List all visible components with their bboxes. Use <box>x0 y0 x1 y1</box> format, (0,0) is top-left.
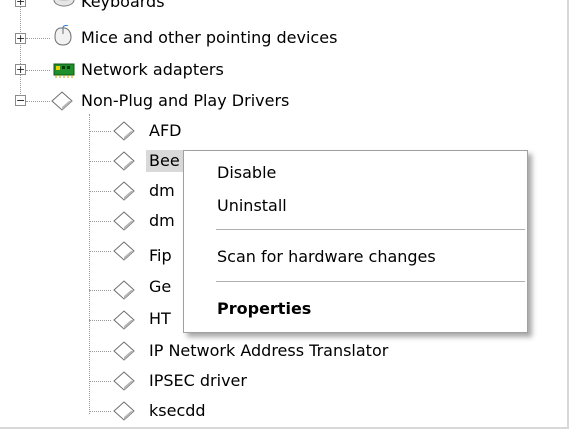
driver-diamond-icon <box>113 121 135 141</box>
driver-diamond-icon <box>113 401 135 421</box>
context-menu: Disable Uninstall Scan for hardware chan… <box>183 150 528 333</box>
tree-item-driver[interactable]: ksecdd <box>146 396 209 426</box>
tree-item-label: dm <box>149 181 175 200</box>
tree-item-label: IP Network Address Translator <box>149 341 389 360</box>
driver-diamond-icon <box>113 310 135 330</box>
tree-item-label: ksecdd <box>149 401 206 420</box>
tree-item-label: IPSEC driver <box>149 371 247 390</box>
tree-item-driver[interactable]: IPSEC driver <box>146 366 250 396</box>
tree-line <box>89 221 111 222</box>
expand-toggle-network-adapters[interactable]: + <box>15 64 26 75</box>
menu-item-uninstall[interactable]: Uninstall <box>217 193 287 219</box>
tree-item-driver[interactable]: Ge <box>146 272 174 302</box>
tree-item-label: Keyboards <box>81 0 165 11</box>
tree-item-label: Mice and other pointing devices <box>81 28 338 47</box>
tree-item-label: AFD <box>149 121 182 140</box>
network-adapter-icon <box>53 63 75 78</box>
tree-line <box>89 161 111 162</box>
tree-line <box>26 70 50 71</box>
tree-line <box>89 290 111 291</box>
tree-item-driver[interactable]: Fip <box>146 241 175 271</box>
tree-line <box>89 411 111 412</box>
tree-item-driver[interactable]: HT <box>146 304 174 334</box>
expand-toggle-mice[interactable]: + <box>15 33 26 44</box>
tree-item-network-adapters[interactable]: Network adapters <box>78 55 227 85</box>
tree-item-driver-selected[interactable]: Bee <box>146 146 183 176</box>
tree-line <box>89 320 111 321</box>
driver-diamond-icon <box>113 241 135 261</box>
tree-item-driver[interactable]: dm <box>146 176 178 206</box>
driver-diamond-icon <box>51 91 73 111</box>
mouse-icon <box>54 25 72 46</box>
tree-line <box>89 351 111 352</box>
tree-line <box>26 38 50 39</box>
tree-item-non-pnp-drivers[interactable]: Non-Plug and Play Drivers <box>78 86 292 116</box>
keyboard-icon <box>53 0 75 7</box>
tree-item-label: dm <box>149 211 175 230</box>
driver-diamond-icon <box>113 371 135 391</box>
tree-item-label: Ge <box>149 277 172 296</box>
tree-item-driver[interactable]: IP Network Address Translator <box>146 336 391 366</box>
tree-line <box>89 191 111 192</box>
collapse-toggle-non-pnp-drivers[interactable]: − <box>15 95 26 106</box>
tree-line-children <box>89 114 90 414</box>
menu-item-scan-hardware[interactable]: Scan for hardware changes <box>217 244 436 270</box>
tree-line-root <box>20 0 21 100</box>
menu-separator <box>216 281 525 282</box>
tree-line <box>89 251 111 252</box>
tree-item-label: Non-Plug and Play Drivers <box>81 91 290 110</box>
tree-item-label: HT <box>149 309 171 328</box>
menu-item-disable[interactable]: Disable <box>217 160 276 186</box>
menu-item-properties[interactable]: Properties <box>217 296 311 322</box>
menu-separator <box>216 229 525 230</box>
expand-toggle-keyboards[interactable]: + <box>15 0 26 7</box>
tree-item-driver[interactable]: dm <box>146 206 178 236</box>
driver-diamond-icon <box>113 151 135 171</box>
tree-line <box>89 381 111 382</box>
driver-diamond-icon <box>113 181 135 201</box>
driver-diamond-icon <box>113 211 135 231</box>
tree-item-label: Bee <box>146 150 183 172</box>
tree-line <box>89 131 111 132</box>
tree-line <box>26 101 50 102</box>
tree-item-mice[interactable]: Mice and other pointing devices <box>78 23 340 53</box>
tree-item-keyboards[interactable]: Keyboards <box>78 0 168 17</box>
driver-diamond-icon <box>113 280 135 300</box>
tree-item-label: Fip <box>149 246 172 265</box>
tree-item-driver[interactable]: AFD <box>146 116 184 146</box>
driver-diamond-icon <box>113 341 135 361</box>
tree-item-label: Network adapters <box>81 60 224 79</box>
